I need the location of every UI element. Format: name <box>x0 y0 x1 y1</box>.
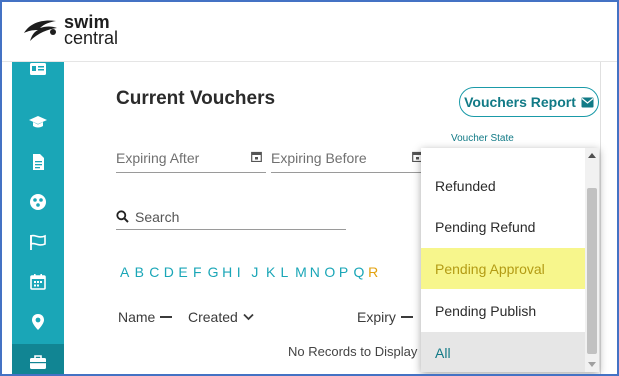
sidebar-item-members[interactable] <box>12 56 64 82</box>
search-input[interactable] <box>135 208 335 225</box>
sort-neutral-icon <box>400 316 413 318</box>
vouchers-report-button[interactable]: Vouchers Report <box>459 87 599 117</box>
dropdown-option-refunded[interactable]: Refunded <box>421 165 585 206</box>
alphabet-letter[interactable]: E <box>178 264 193 280</box>
column-name-label: Name <box>118 309 156 325</box>
sidebar-item-vouchers[interactable] <box>12 344 64 374</box>
sidebar <box>12 62 64 374</box>
expiring-before-placeholder: Expiring Before <box>271 150 367 166</box>
search-icon <box>116 210 129 223</box>
dropdown-option-pending-refund[interactable]: Pending Refund <box>421 206 585 247</box>
sidebar-item-documents[interactable] <box>12 142 64 182</box>
top-header: swim central <box>2 2 617 62</box>
calendar-icon <box>30 274 46 290</box>
sidebar-item-calendar[interactable] <box>12 262 64 302</box>
dropdown-scrollbar[interactable] <box>585 148 599 372</box>
sidebar-item-locations[interactable] <box>12 302 64 342</box>
brand-wordmark: swim central <box>64 13 119 48</box>
alphabet-letter[interactable]: J <box>251 264 266 280</box>
sidebar-item-flags[interactable] <box>12 222 64 262</box>
sidebar-item-groups[interactable] <box>12 182 64 222</box>
empty-table-message: No Records to Display <box>288 344 418 359</box>
scroll-up-arrow-icon[interactable] <box>588 153 596 158</box>
alphabet-letter[interactable]: D <box>164 264 179 280</box>
alphabet-letter[interactable]: L <box>281 264 296 280</box>
alphabet-letter[interactable]: C <box>149 264 164 280</box>
alphabet-letter[interactable]: O <box>324 264 339 280</box>
expiring-after-field[interactable]: Expiring After <box>116 143 266 173</box>
document-icon <box>33 154 44 170</box>
expiring-before-field[interactable]: Expiring Before <box>271 143 423 173</box>
group-icon <box>30 194 46 210</box>
alphabet-letter[interactable]: M <box>295 264 310 280</box>
vouchers-report-label: Vouchers Report <box>464 94 576 110</box>
column-expiry-label: Expiry <box>357 309 396 325</box>
alphabet-letter[interactable]: H <box>222 264 237 280</box>
voucher-state-label: Voucher State <box>451 133 514 144</box>
alphabet-letter[interactable]: G <box>208 264 223 280</box>
column-created-label: Created <box>188 309 238 325</box>
alphabet-letter[interactable]: R <box>368 264 383 280</box>
sort-neutral-icon <box>160 316 173 318</box>
envelope-icon <box>581 97 594 107</box>
page-title: Current Vouchers <box>116 88 276 109</box>
column-header-created[interactable]: Created <box>188 309 254 325</box>
dropdown-option-all[interactable]: All <box>421 332 585 372</box>
briefcase-icon <box>30 355 46 369</box>
chevron-down-icon <box>243 313 254 321</box>
dropdown-option-pending-approval[interactable]: Pending Approval <box>421 248 585 289</box>
brand-line2: central <box>64 28 119 48</box>
alphabet-letter[interactable]: F <box>193 264 208 280</box>
alphabet-letter[interactable]: P <box>339 264 354 280</box>
alphabet-letter[interactable]: K <box>266 264 281 280</box>
calendar-picker-icon[interactable] <box>251 151 262 162</box>
graduation-cap-icon <box>29 116 47 128</box>
sidebar-item-education[interactable] <box>12 102 64 142</box>
alphabet-letter[interactable]: A <box>120 264 135 280</box>
voucher-state-dropdown[interactable]: Refunded Pending Refund Pending Approval… <box>421 148 599 372</box>
alphabet-filter: ABCDEFGHIJKLMNOPQR <box>120 264 383 280</box>
flag-icon <box>30 234 46 250</box>
alphabet-letter[interactable]: I <box>237 264 252 280</box>
column-header-name[interactable]: Name <box>118 309 173 325</box>
page-scrollbar-track[interactable] <box>600 62 601 374</box>
alphabet-letter[interactable]: N <box>310 264 325 280</box>
column-header-expiry[interactable]: Expiry <box>357 309 413 325</box>
search-field[interactable] <box>116 204 346 230</box>
dropdown-scroll-thumb[interactable] <box>587 188 597 354</box>
location-pin-icon <box>32 314 44 330</box>
app-window: swim central Current Vouchers Vouchers R… <box>0 0 619 376</box>
expiring-after-placeholder: Expiring After <box>116 150 200 166</box>
dropdown-option-pending-publish[interactable]: Pending Publish <box>421 290 585 331</box>
alphabet-letter[interactable]: B <box>135 264 150 280</box>
swim-central-logo[interactable]: swim central <box>20 13 119 48</box>
swimmer-logo-icon <box>24 20 57 41</box>
alphabet-letter[interactable]: Q <box>354 264 369 280</box>
id-card-icon <box>30 63 46 75</box>
scroll-down-arrow-icon[interactable] <box>588 362 596 367</box>
